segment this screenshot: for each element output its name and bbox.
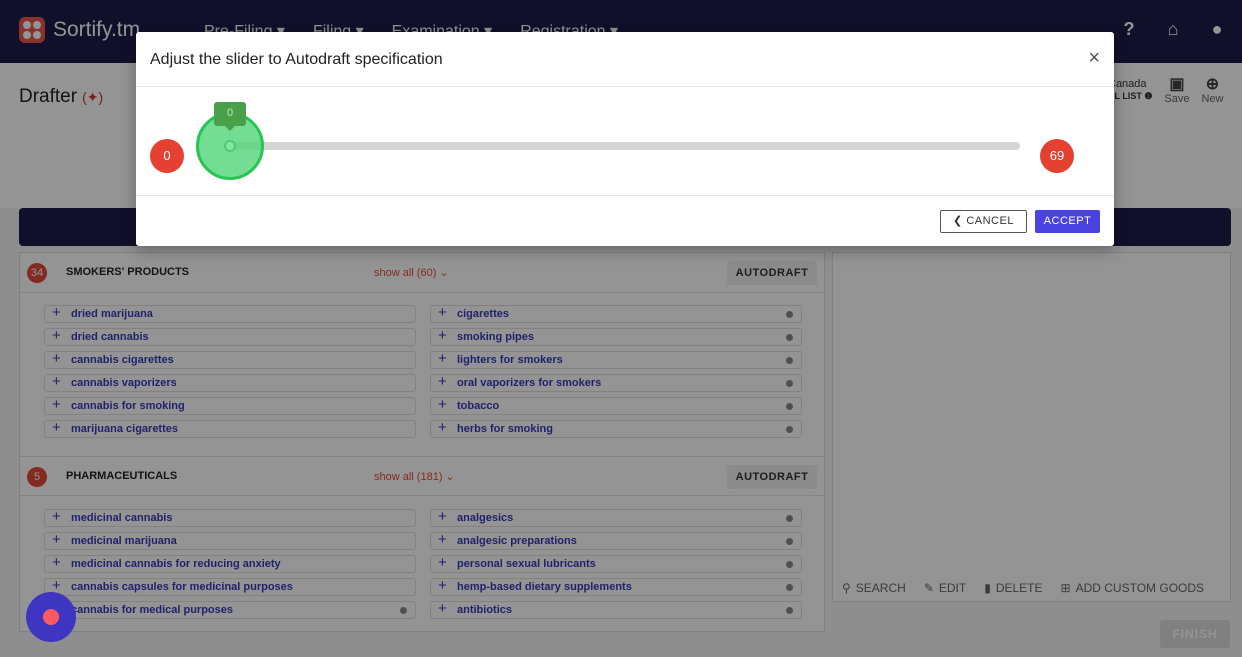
slider-max-label: 69: [1040, 139, 1074, 173]
divider: [136, 195, 1114, 196]
accept-button[interactable]: ACCEPT: [1035, 210, 1100, 233]
record-icon: [43, 609, 59, 625]
slider-thumb[interactable]: [224, 140, 236, 152]
autodraft-slider-dialog: Adjust the slider to Autodraft specifica…: [136, 32, 1114, 246]
dialog-title: Adjust the slider to Autodraft specifica…: [150, 51, 443, 68]
slider-value-tooltip: 0: [214, 102, 246, 131]
cancel-button[interactable]: ❮ CANCEL: [940, 210, 1027, 233]
close-icon[interactable]: ×: [1088, 47, 1100, 70]
chat-fab-button[interactable]: [26, 592, 76, 642]
slider-min-label: 0: [150, 139, 184, 173]
slider-track[interactable]: [226, 142, 1020, 150]
divider: [136, 86, 1114, 87]
